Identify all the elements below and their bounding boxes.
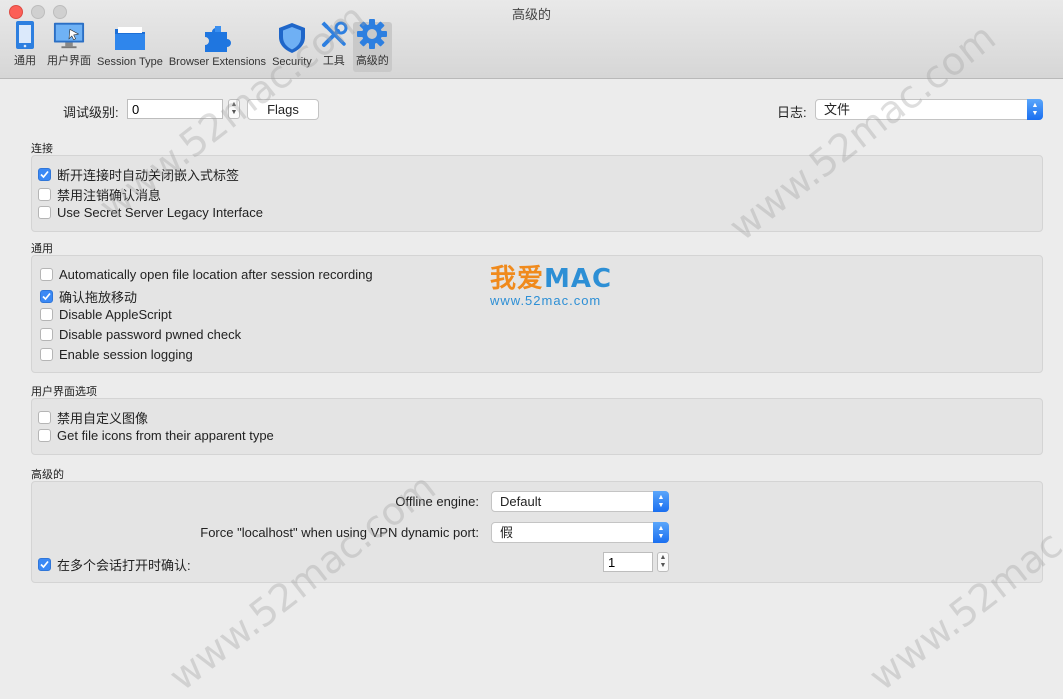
general-section-title: 通用 <box>31 243 53 255</box>
multi-session-count-input[interactable] <box>603 552 653 572</box>
preferences-window: 高级的 通用 用户界面 Session Type Browser Extensi… <box>0 0 1063 699</box>
connection-section: 断开连接时自动关闭嵌入式标签 禁用注销确认消息 Use Secret Serve… <box>31 155 1043 232</box>
ui-option-disable-custom-images[interactable]: 禁用自定义图像 <box>38 408 148 427</box>
flags-button[interactable]: Flags <box>247 99 319 120</box>
chevron-updown-icon: ▲ ▼ <box>1027 99 1043 120</box>
tab-advanced[interactable]: 高级的 <box>352 19 392 72</box>
tab-user-interface[interactable]: 用户界面 <box>44 22 94 72</box>
checkbox-icon[interactable] <box>38 411 51 424</box>
advanced-section: Offline engine: Default ▲ ▼ Force "localh… <box>31 481 1043 583</box>
tab-session-type[interactable]: Session Type <box>94 22 166 72</box>
advanced-option-multi-session-confirm[interactable]: 在多个会话打开时确认: <box>38 555 191 574</box>
preferences-content: 调试级别: ▲ ▼ Flags 日志: 文件 ▲▼ 连接 断开连接时自动关闭嵌入… <box>0 79 1063 613</box>
debug-row: 调试级别: ▲ ▼ Flags 日志: 文件 ▲▼ <box>0 99 1063 121</box>
general-option-disable-applescript[interactable]: Disable AppleScript <box>40 307 172 322</box>
checkbox-icon[interactable] <box>40 328 53 341</box>
monitor-icon <box>53 20 85 50</box>
checkbox-checked-icon[interactable] <box>38 168 51 181</box>
log-select-value: 文件 <box>824 102 851 117</box>
log-select[interactable]: 文件 ▲ ▼ <box>815 99 1043 120</box>
chevron-updown-icon: ▲ ▼ <box>653 491 669 512</box>
tools-icon <box>318 20 350 50</box>
general-option-disable-pwned-check[interactable]: Disable password pwned check <box>40 327 241 342</box>
window-title: 高级的 <box>511 7 551 22</box>
multi-session-count-stepper[interactable]: ▲ ▼ <box>657 552 669 572</box>
puzzle-icon <box>201 22 233 54</box>
ui-section-title: 用户界面选项 <box>31 386 97 398</box>
tab-security[interactable]: Security <box>269 22 315 72</box>
general-option-open-file-location[interactable]: Automatically open file location after s… <box>40 267 373 282</box>
stepper-up-icon: ▲ <box>659 554 667 561</box>
checkbox-icon[interactable] <box>40 348 53 361</box>
checkbox-icon[interactable] <box>38 429 51 442</box>
tab-general[interactable]: 通用 <box>6 20 44 72</box>
checkbox-checked-icon[interactable] <box>38 558 51 571</box>
connection-section-title: 连接 <box>31 143 53 155</box>
checkbox-icon[interactable] <box>38 206 51 219</box>
folder-icon <box>114 22 146 54</box>
force-localhost-label: Force "localhost" when using VPN dynamic… <box>200 525 479 540</box>
debug-level-stepper[interactable]: ▲ ▼ <box>228 99 240 119</box>
chevron-updown-icon: ▲ ▼ <box>653 522 669 543</box>
preferences-toolbar: 通用 用户界面 Session Type Browser Extensions <box>6 19 392 76</box>
checkbox-icon[interactable] <box>40 308 53 321</box>
title-bar: 高级的 通用 用户界面 Session Type Browser Extensi… <box>0 0 1063 79</box>
shield-icon <box>276 22 308 54</box>
stepper-up-icon: ▲ <box>230 101 238 108</box>
gear-icon <box>356 18 388 50</box>
offline-engine-label: Offline engine: <box>395 494 479 509</box>
debug-level-input[interactable] <box>127 99 223 119</box>
tab-browser-extensions[interactable]: Browser Extensions <box>166 22 269 72</box>
stepper-down-icon: ▼ <box>659 562 667 569</box>
offline-engine-value: Default <box>500 494 542 509</box>
checkbox-icon[interactable] <box>38 188 51 201</box>
ui-section: 禁用自定义图像 Get file icons from their appare… <box>31 398 1043 455</box>
connection-option-logout-confirm[interactable]: 禁用注销确认消息 <box>38 185 161 204</box>
offline-engine-select[interactable]: Default ▲ ▼ <box>491 491 669 512</box>
force-localhost-select[interactable]: 假 ▲ ▼ <box>491 522 669 543</box>
general-option-confirm-drag-move[interactable]: 确认拖放移动 <box>40 287 137 306</box>
checkbox-checked-icon[interactable] <box>40 290 53 303</box>
debug-level-label: 调试级别: <box>63 105 119 120</box>
connection-option-auto-close[interactable]: 断开连接时自动关闭嵌入式标签 <box>38 165 239 184</box>
ui-option-file-icons[interactable]: Get file icons from their apparent type <box>38 428 274 443</box>
stepper-down-icon: ▼ <box>230 109 238 116</box>
general-option-session-logging[interactable]: Enable session logging <box>40 347 193 362</box>
checkbox-icon[interactable] <box>40 268 53 281</box>
advanced-section-title: 高级的 <box>31 469 64 481</box>
phone-icon <box>9 20 41 50</box>
general-section: Automatically open file location after s… <box>31 255 1043 373</box>
tab-tools[interactable]: 工具 <box>315 20 353 72</box>
connection-option-legacy-interface[interactable]: Use Secret Server Legacy Interface <box>38 205 263 220</box>
force-localhost-value: 假 <box>500 525 514 540</box>
log-label: 日志: <box>777 105 807 120</box>
